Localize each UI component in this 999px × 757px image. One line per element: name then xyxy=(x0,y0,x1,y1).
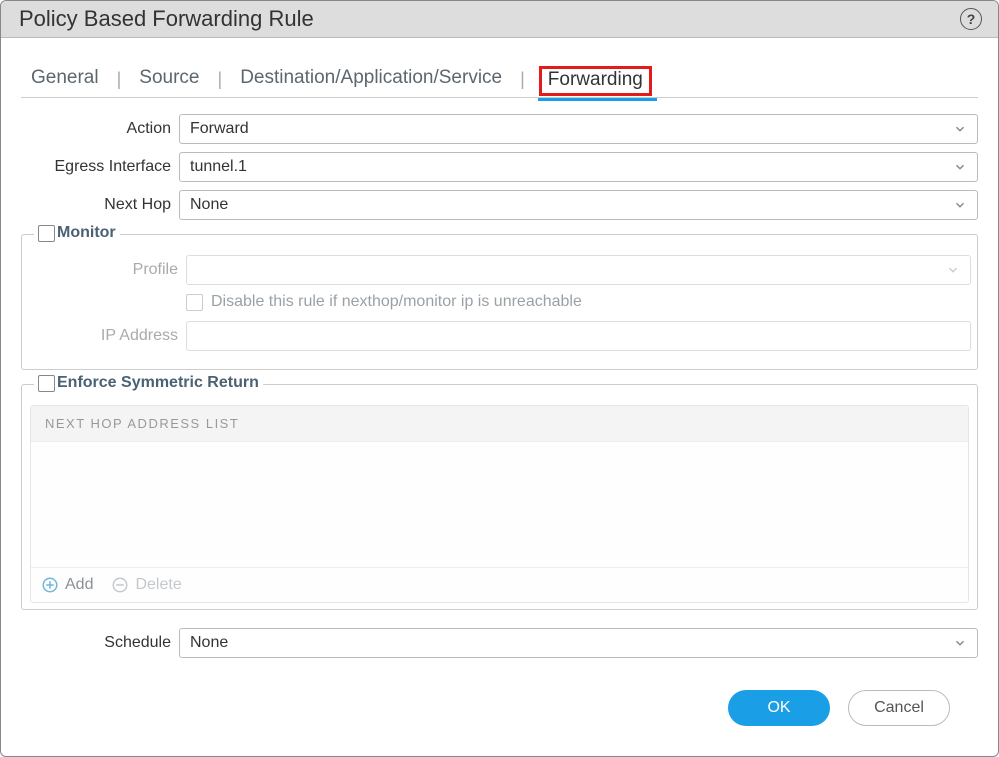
nexthop-address-list xyxy=(31,442,968,567)
row-schedule: Schedule None xyxy=(21,628,978,658)
content-area: General | Source | Destination/Applicati… xyxy=(1,38,998,756)
tab-strip: General | Source | Destination/Applicati… xyxy=(21,62,978,98)
plus-circle-icon xyxy=(41,576,59,594)
label-disable-rule: Disable this rule if nexthop/monitor ip … xyxy=(211,293,582,311)
cancel-button-label: Cancel xyxy=(874,699,924,717)
label-schedule: Schedule xyxy=(21,634,179,652)
row-egress: Egress Interface tunnel.1 xyxy=(21,152,978,182)
label-nexthop: Next Hop xyxy=(21,196,179,214)
add-button-label: Add xyxy=(65,576,93,594)
select-action[interactable]: Forward xyxy=(179,114,978,144)
delete-button: Delete xyxy=(111,576,181,594)
ok-button[interactable]: OK xyxy=(728,690,830,726)
legend-symmetric-label: Enforce Symmetric Return xyxy=(57,374,259,392)
select-profile xyxy=(186,255,971,285)
dialog-window: Policy Based Forwarding Rule ? General |… xyxy=(0,0,999,757)
nexthop-address-panel: NEXT HOP ADDRESS LIST Add xyxy=(30,405,969,603)
label-ipaddress: IP Address xyxy=(28,327,186,345)
fieldset-monitor: Monitor Profile Disable this rule if nex… xyxy=(21,234,978,370)
input-ipaddress xyxy=(186,321,971,351)
chevron-down-icon xyxy=(953,636,967,650)
tab-separator: | xyxy=(117,69,122,90)
chevron-down-icon xyxy=(953,122,967,136)
select-schedule-value: None xyxy=(190,634,228,652)
legend-monitor-label: Monitor xyxy=(57,224,116,242)
tab-destination[interactable]: Destination/Application/Service xyxy=(236,63,506,97)
label-egress: Egress Interface xyxy=(21,158,179,176)
row-action: Action Forward xyxy=(21,114,978,144)
row-nexthop: Next Hop None xyxy=(21,190,978,220)
select-schedule[interactable]: None xyxy=(179,628,978,658)
legend-symmetric: Enforce Symmetric Return xyxy=(34,374,263,392)
tab-forwarding[interactable]: Forwarding xyxy=(539,66,652,96)
titlebar: Policy Based Forwarding Rule ? xyxy=(1,1,998,38)
minus-circle-icon xyxy=(111,576,129,594)
row-ipaddress: IP Address xyxy=(28,321,971,351)
nexthop-address-header: NEXT HOP ADDRESS LIST xyxy=(31,406,968,442)
nexthop-address-actions: Add Delete xyxy=(31,567,968,602)
checkbox-disable-rule xyxy=(186,294,203,311)
tab-forwarding-label: Forwarding xyxy=(548,69,643,90)
dialog-title: Policy Based Forwarding Rule xyxy=(19,6,314,32)
cancel-button[interactable]: Cancel xyxy=(848,690,950,726)
select-egress[interactable]: tunnel.1 xyxy=(179,152,978,182)
checkbox-symmetric[interactable] xyxy=(38,375,55,392)
fieldset-symmetric: Enforce Symmetric Return NEXT HOP ADDRES… xyxy=(21,384,978,610)
tab-general[interactable]: General xyxy=(27,63,103,97)
checkbox-monitor[interactable] xyxy=(38,225,55,242)
tab-active-underline xyxy=(538,98,657,101)
select-action-value: Forward xyxy=(190,120,249,138)
form-area: Action Forward Egress Interface tunnel.1 xyxy=(21,114,978,666)
label-profile: Profile xyxy=(28,261,186,279)
dialog-footer: OK Cancel xyxy=(21,666,978,756)
ok-button-label: OK xyxy=(767,699,790,717)
tab-source[interactable]: Source xyxy=(135,63,203,97)
legend-monitor: Monitor xyxy=(34,224,120,242)
tab-separator: | xyxy=(218,69,223,90)
row-profile: Profile xyxy=(28,255,971,285)
help-icon[interactable]: ? xyxy=(960,8,982,30)
label-action: Action xyxy=(21,120,179,138)
chevron-down-icon xyxy=(953,160,967,174)
select-nexthop[interactable]: None xyxy=(179,190,978,220)
chevron-down-icon xyxy=(946,263,960,277)
tab-separator: | xyxy=(520,69,525,90)
row-disable-rule: Disable this rule if nexthop/monitor ip … xyxy=(186,293,971,311)
chevron-down-icon xyxy=(953,198,967,212)
add-button: Add xyxy=(41,576,93,594)
select-nexthop-value: None xyxy=(190,196,228,214)
select-egress-value: tunnel.1 xyxy=(190,158,247,176)
delete-button-label: Delete xyxy=(135,576,181,594)
